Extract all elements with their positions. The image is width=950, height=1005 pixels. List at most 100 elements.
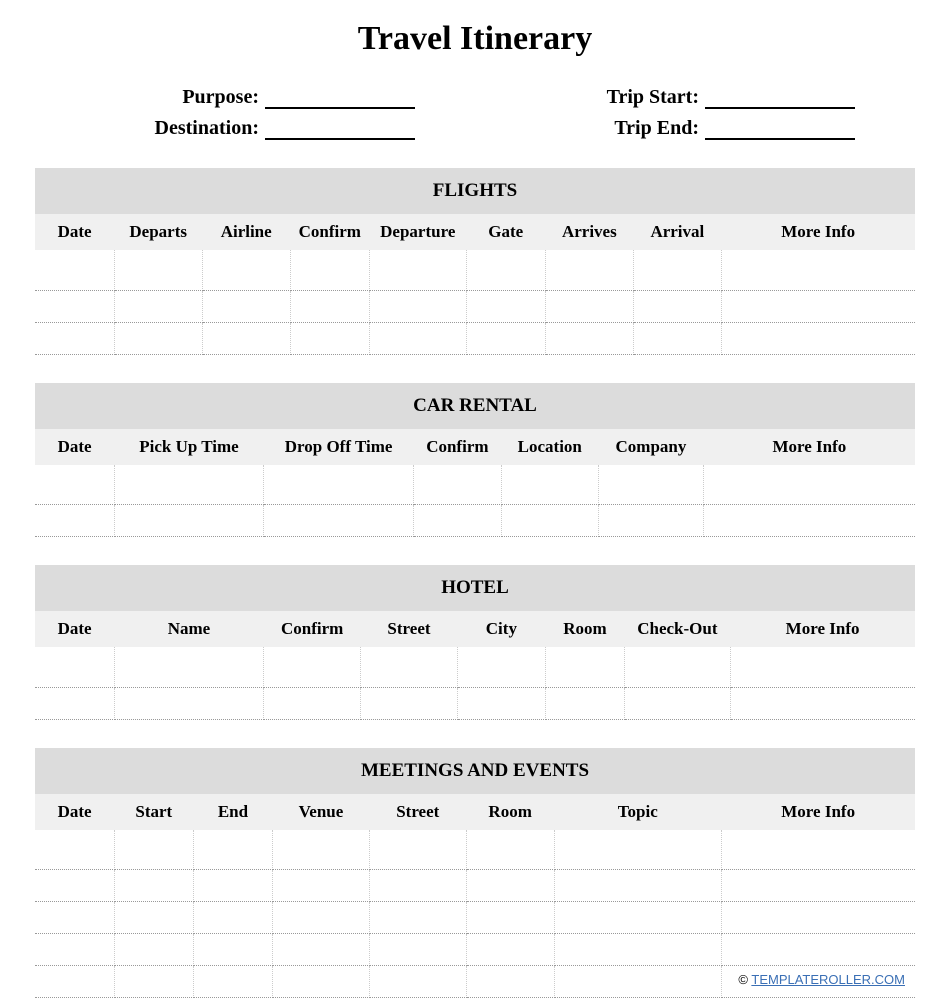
table-cell[interactable] xyxy=(114,505,264,537)
table-cell[interactable] xyxy=(361,647,458,687)
table-cell[interactable] xyxy=(545,290,633,322)
table-cell[interactable] xyxy=(625,687,731,719)
table-cell[interactable] xyxy=(193,934,272,966)
table-cell[interactable] xyxy=(369,830,466,870)
table-cell[interactable] xyxy=(545,322,633,354)
table-cell[interactable] xyxy=(413,505,501,537)
destination-input[interactable] xyxy=(265,118,415,140)
table-cell[interactable] xyxy=(554,934,721,966)
table-cell[interactable] xyxy=(369,902,466,934)
table-cell[interactable] xyxy=(369,290,466,322)
table-cell[interactable] xyxy=(35,250,114,290)
table-cell[interactable] xyxy=(554,870,721,902)
table-cell[interactable] xyxy=(202,322,290,354)
trip-end-input[interactable] xyxy=(705,118,855,140)
table-cell[interactable] xyxy=(466,870,554,902)
table-cell[interactable] xyxy=(114,830,193,870)
table-cell[interactable] xyxy=(501,505,598,537)
table-cell[interactable] xyxy=(466,934,554,966)
table-cell[interactable] xyxy=(625,647,731,687)
table-cell[interactable] xyxy=(114,290,202,322)
trip-start-input[interactable] xyxy=(705,87,855,109)
footer-link[interactable]: TEMPLATEROLLER.COM xyxy=(751,972,905,987)
table-cell[interactable] xyxy=(369,250,466,290)
table-cell[interactable] xyxy=(264,647,361,687)
table-cell[interactable] xyxy=(466,290,545,322)
table-cell[interactable] xyxy=(730,687,915,719)
table-cell[interactable] xyxy=(466,830,554,870)
table-cell[interactable] xyxy=(598,505,704,537)
table-cell[interactable] xyxy=(721,902,915,934)
table-cell[interactable] xyxy=(457,687,545,719)
table-cell[interactable] xyxy=(202,290,290,322)
table-cell[interactable] xyxy=(35,290,114,322)
table-cell[interactable] xyxy=(545,647,624,687)
table-cell[interactable] xyxy=(633,322,721,354)
table-cell[interactable] xyxy=(554,830,721,870)
table-cell[interactable] xyxy=(730,647,915,687)
table-cell[interactable] xyxy=(114,250,202,290)
table-cell[interactable] xyxy=(114,902,193,934)
table-cell[interactable] xyxy=(721,290,915,322)
table-cell[interactable] xyxy=(193,902,272,934)
table-cell[interactable] xyxy=(273,934,370,966)
table-cell[interactable] xyxy=(114,934,193,966)
table-cell[interactable] xyxy=(369,322,466,354)
table-cell[interactable] xyxy=(114,465,264,505)
table-cell[interactable] xyxy=(35,647,114,687)
table-cell[interactable] xyxy=(466,902,554,934)
table-cell[interactable] xyxy=(369,870,466,902)
table-cell[interactable] xyxy=(721,830,915,870)
table-cell[interactable] xyxy=(193,830,272,870)
table-cell[interactable] xyxy=(193,870,272,902)
table-cell[interactable] xyxy=(598,465,704,505)
table-cell[interactable] xyxy=(290,322,369,354)
table-cell[interactable] xyxy=(290,290,369,322)
table-cell[interactable] xyxy=(361,687,458,719)
table-cell[interactable] xyxy=(501,465,598,505)
table-cell[interactable] xyxy=(721,250,915,290)
table-cell[interactable] xyxy=(633,290,721,322)
purpose-input[interactable] xyxy=(265,87,415,109)
table-cell[interactable] xyxy=(704,505,915,537)
table-cell[interactable] xyxy=(35,505,114,537)
table-cell[interactable] xyxy=(202,250,290,290)
table-cell[interactable] xyxy=(35,934,114,966)
table-cell[interactable] xyxy=(35,902,114,934)
table-cell[interactable] xyxy=(273,830,370,870)
table-cell[interactable] xyxy=(369,966,466,998)
table-cell[interactable] xyxy=(264,465,414,505)
table-cell[interactable] xyxy=(114,687,264,719)
table-cell[interactable] xyxy=(704,465,915,505)
table-cell[interactable] xyxy=(35,465,114,505)
table-cell[interactable] xyxy=(264,505,414,537)
table-cell[interactable] xyxy=(35,966,114,998)
table-cell[interactable] xyxy=(114,966,193,998)
table-cell[interactable] xyxy=(35,870,114,902)
table-cell[interactable] xyxy=(114,870,193,902)
table-cell[interactable] xyxy=(721,934,915,966)
table-cell[interactable] xyxy=(290,250,369,290)
table-cell[interactable] xyxy=(369,934,466,966)
table-cell[interactable] xyxy=(466,250,545,290)
table-cell[interactable] xyxy=(633,250,721,290)
table-cell[interactable] xyxy=(554,966,721,998)
table-cell[interactable] xyxy=(721,870,915,902)
table-cell[interactable] xyxy=(114,322,202,354)
table-cell[interactable] xyxy=(545,250,633,290)
table-cell[interactable] xyxy=(273,902,370,934)
table-cell[interactable] xyxy=(114,647,264,687)
table-cell[interactable] xyxy=(273,966,370,998)
table-cell[interactable] xyxy=(273,870,370,902)
table-cell[interactable] xyxy=(35,830,114,870)
table-cell[interactable] xyxy=(554,902,721,934)
table-cell[interactable] xyxy=(466,322,545,354)
table-cell[interactable] xyxy=(193,966,272,998)
table-cell[interactable] xyxy=(35,687,114,719)
table-cell[interactable] xyxy=(545,687,624,719)
table-cell[interactable] xyxy=(457,647,545,687)
table-cell[interactable] xyxy=(413,465,501,505)
table-cell[interactable] xyxy=(264,687,361,719)
table-cell[interactable] xyxy=(466,966,554,998)
table-cell[interactable] xyxy=(721,322,915,354)
